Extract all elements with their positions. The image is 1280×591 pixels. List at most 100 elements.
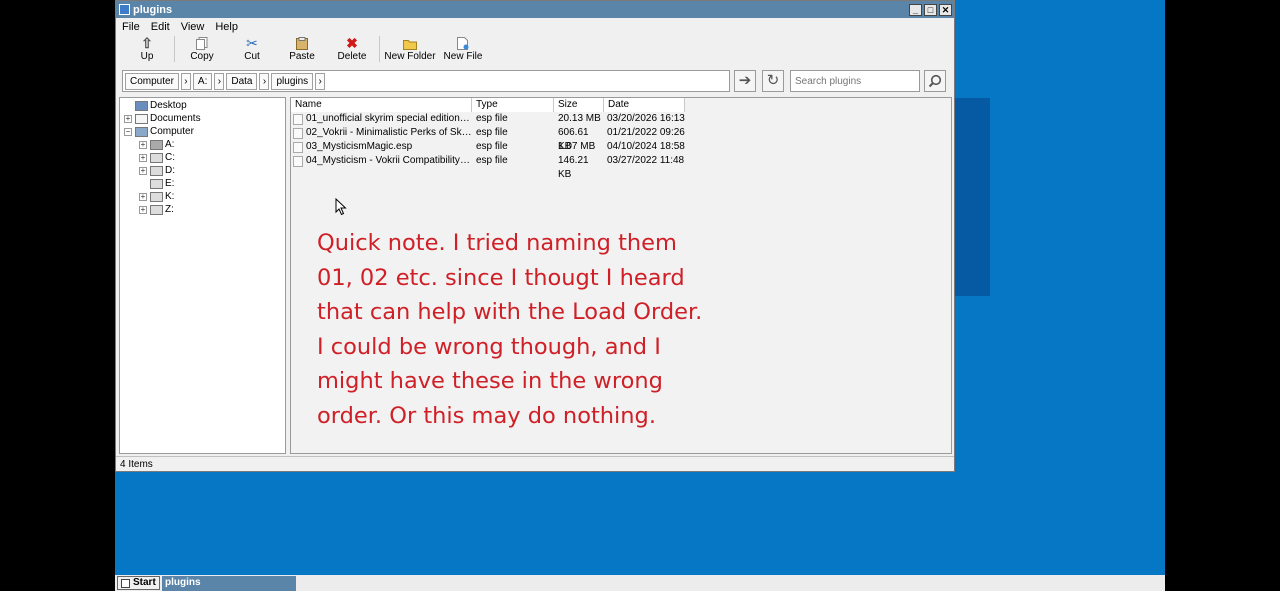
tree-label: Desktop [150,100,187,111]
address-bar: Computer › A: › Data › plugins › ➔ ↻ [122,70,952,92]
delete-x-icon: ✖ [346,35,358,51]
file-type: esp file [476,155,508,166]
letterbox-left [0,0,115,591]
expand-icon[interactable]: + [139,140,147,149]
file-date: 03/27/2022 11:48 [607,155,685,166]
desktop: plugins _ □ ✕ File Edit View Help ⇧ Up C… [115,0,1165,591]
tree-label: Z: [165,204,174,215]
documents-icon [135,113,148,124]
start-label: Start [133,577,156,588]
letterbox-right [1165,0,1280,591]
column-date[interactable]: Date [604,98,685,112]
file-date: 04/10/2024 18:58 [607,141,685,152]
background-window-edge [955,98,990,296]
file-name: 02_Vokrii - Minimalistic Perks of Skyrim… [306,127,472,138]
file-date: 03/20/2026 16:13 [607,113,685,124]
tree-item-drive-z[interactable]: + Z: [139,203,174,216]
search-button[interactable] [924,70,946,92]
tree-item-drive-c[interactable]: + C: [139,151,175,164]
toolbar-separator [174,36,175,62]
taskbar: Start plugins [115,575,1165,591]
file-row[interactable]: 03_MysticismMagic.esp esp file 1.07 MB 0… [291,140,685,154]
column-header: Name Type Size Date [291,98,685,112]
cut-button[interactable]: ✂ Cut [227,35,277,62]
new-folder-icon [402,37,418,50]
file-size: 1.07 MB [558,141,596,152]
new-file-button[interactable]: New File [438,35,488,62]
tree-label: Documents [150,113,201,124]
tree-item-drive-e[interactable]: E: [139,177,174,190]
cut-label: Cut [244,51,260,62]
title-bar[interactable]: plugins _ □ ✕ [116,1,954,18]
toolbar: ⇧ Up Copy ✂ Cut Paste ✖ Delete New Folde… [116,35,954,64]
file-list: Name Type Size Date 01_unofficial skyrim… [290,97,952,454]
taskbar-item-plugins[interactable]: plugins [162,576,296,591]
crumb-computer[interactable]: Computer [125,72,179,90]
expand-icon[interactable]: + [139,205,147,214]
close-button[interactable]: ✕ [939,3,952,16]
crumb-a-drive[interactable]: A: [192,72,213,90]
menu-help[interactable]: Help [215,21,238,33]
file-row[interactable]: 04_Mysticism - Vokrii Compatibility Patc… [291,154,685,180]
tree-item-documents[interactable]: + Documents [124,112,201,125]
drive-icon [150,191,163,202]
file-type: esp file [476,127,508,138]
file-name: 04_Mysticism - Vokrii Compatibility Patc… [306,155,472,166]
chevron-right-icon[interactable]: › [315,72,326,90]
file-icon [293,141,303,153]
expand-icon[interactable]: + [139,166,147,175]
copy-button[interactable]: Copy [177,35,227,62]
maximize-button[interactable]: □ [924,3,937,16]
column-type[interactable]: Type [472,98,554,112]
collapse-icon[interactable]: − [124,127,132,136]
tree-item-drive-d[interactable]: + D: [139,164,175,177]
crumb-plugins[interactable]: plugins [271,72,314,90]
tree-item-desktop[interactable]: Desktop [124,99,187,112]
menu-file[interactable]: File [122,21,140,33]
status-bar: 4 Items [116,456,954,472]
chevron-right-icon[interactable]: › [180,72,191,90]
mouse-cursor-icon [335,198,347,216]
crumb-data[interactable]: Data [226,72,258,90]
tree-item-computer[interactable]: − Computer [124,125,194,138]
menu-edit[interactable]: Edit [151,21,170,33]
expand-icon[interactable]: + [139,153,147,162]
chevron-right-icon[interactable]: › [259,72,270,90]
menu-view[interactable]: View [181,21,205,33]
file-row[interactable]: 02_Vokrii - Minimalistic Perks of Skyrim… [291,126,685,152]
file-type: esp file [476,113,508,124]
up-button[interactable]: ⇧ Up [122,35,172,62]
column-size[interactable]: Size [554,98,604,112]
file-type: esp file [476,141,508,152]
file-name: 03_MysticismMagic.esp [306,141,413,152]
annotation-note: Quick note. I tried naming them 01, 02 e… [317,230,703,429]
file-icon [293,127,303,139]
tree-label: K: [165,191,175,202]
start-button[interactable]: Start [117,576,160,590]
new-folder-label: New Folder [384,51,436,62]
up-arrow-icon: ⇧ [141,35,153,51]
file-size: 606.61 KB [558,127,589,152]
file-manager-window: plugins _ □ ✕ File Edit View Help ⇧ Up C… [115,0,955,472]
expand-icon[interactable]: + [139,192,147,201]
paste-button[interactable]: Paste [277,35,327,62]
tree-item-drive-a[interactable]: + A: [139,138,174,151]
start-icon [121,578,130,588]
file-icon [293,113,303,125]
tree-label: A: [165,139,175,150]
file-row[interactable]: 01_unofficial skyrim special edition pat… [291,112,685,126]
new-folder-button[interactable]: New Folder [382,35,438,62]
column-name[interactable]: Name [291,98,472,112]
go-arrow-button[interactable]: ➔ [734,70,756,92]
chevron-right-icon[interactable]: › [214,72,225,90]
breadcrumb[interactable]: Computer › A: › Data › plugins › [122,70,730,92]
search-input[interactable] [790,70,920,92]
folder-app-icon [119,4,130,15]
file-name: 01_unofficial skyrim special edition pat… [306,113,472,124]
minimize-button[interactable]: _ [909,3,922,16]
delete-button[interactable]: ✖ Delete [327,35,377,62]
expand-icon[interactable]: + [124,114,132,123]
refresh-button[interactable]: ↻ [762,70,784,92]
clipboard-icon [294,37,310,50]
tree-item-drive-k[interactable]: + K: [139,190,174,203]
